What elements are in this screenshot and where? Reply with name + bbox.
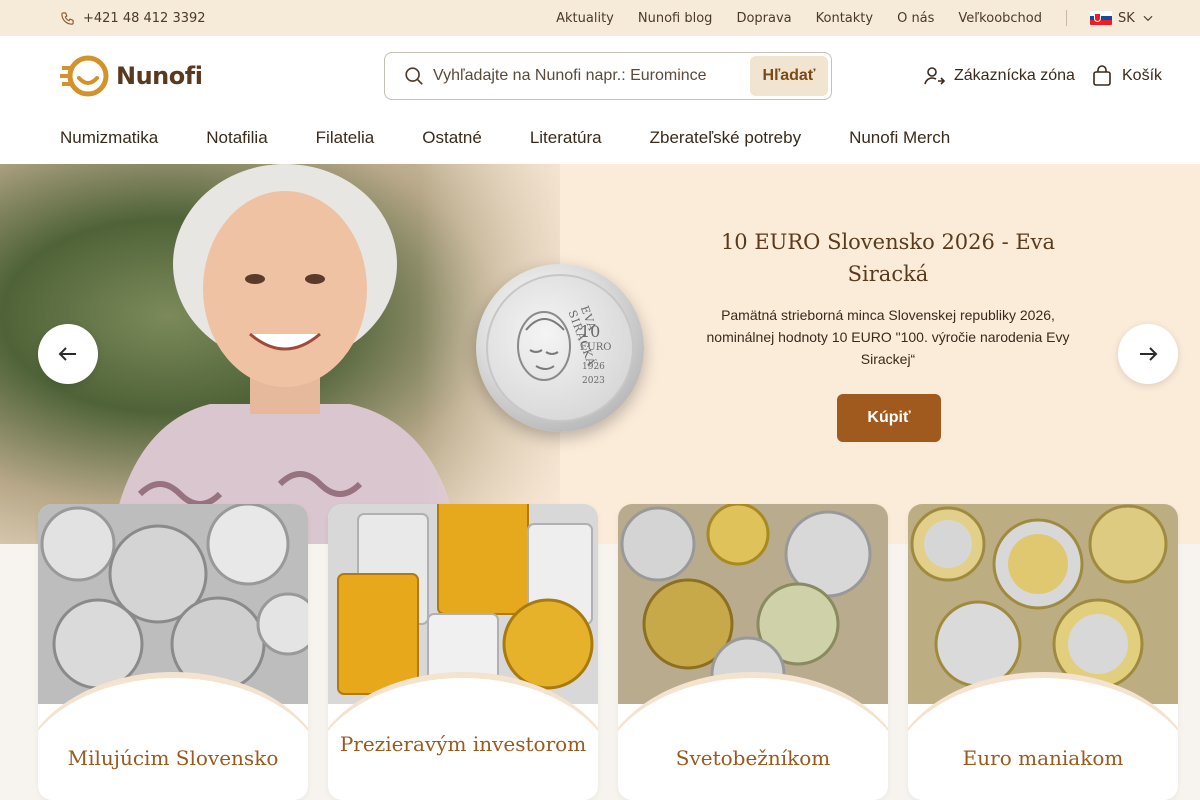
nav-item-zberatelske-potreby[interactable]: Zberateľské potreby [650,128,801,148]
top-link-kontakty[interactable]: Kontakty [816,11,873,26]
featured-coin-image: 10 EURO 1926 2023 EVA SIRACKÁ [476,264,644,432]
top-link-o-nas[interactable]: O nás [897,11,934,26]
nav-item-notafilia[interactable]: Notafilia [206,128,267,148]
hero-description: Pamätná strieborná minca Slovenskej repu… [706,307,1070,367]
card-title: Prezieravým investorom [339,732,587,756]
search-input[interactable] [433,67,743,85]
card-title: Milujúcim Slovensko [67,746,279,770]
buy-button[interactable]: Kúpiť [837,394,941,442]
site-header: Nunofi Hľadať Zákaznícka zóna Košík Numi… [0,36,1200,164]
hero-title: 10 EURO Slovensko 2026 - Eva Siracká [720,230,1056,286]
top-divider [1066,10,1067,26]
category-card-svetobeznik[interactable]: Svetobežníkom [618,504,888,800]
logo-text: Nunofi [116,62,203,90]
cart-label: Košík [1122,67,1163,84]
arrow-right-icon [1140,347,1158,361]
logo-icon [60,55,109,97]
top-link-doprava[interactable]: Doprava [736,11,791,26]
shopping-bag-icon [1093,65,1111,86]
hero-banner: 10 EURO 1926 2023 EVA SIRACKÁ 10 EURO Sl… [0,164,1200,544]
nav-item-literatura[interactable]: Literatúra [530,128,602,148]
phone-icon [61,11,74,25]
phone-contact[interactable]: +421 48 412 3392 [60,0,206,36]
top-links: Aktuality Nunofi blog Doprava Kontakty O… [556,0,1042,36]
slovak-flag-icon [1090,11,1112,25]
search-bar: Hľadať [384,52,832,100]
search-button[interactable]: Hľadať [750,56,828,96]
top-link-aktuality[interactable]: Aktuality [556,11,614,26]
customer-zone-link[interactable]: Zákaznícka zóna [922,64,1075,88]
top-link-blog[interactable]: Nunofi blog [638,11,713,26]
search-icon [405,67,423,85]
top-link-velkoobchod[interactable]: Veľkoobchod [958,11,1042,26]
card-title: Svetobežníkom [675,746,831,770]
nav-item-nunofi-merch[interactable]: Nunofi Merch [849,128,950,148]
customer-zone-label: Zákaznícka zóna [954,67,1075,84]
category-card-investori[interactable]: Prezieravým investorom [328,504,598,800]
coin-portrait-relief [517,311,571,381]
nav-item-numizmatika[interactable]: Numizmatika [60,128,158,148]
logo[interactable]: Nunofi [60,54,203,98]
category-card-euro-maniaci[interactable]: Euro maniakom [908,504,1178,800]
coin-year-issue: 2023 [582,376,605,386]
nav-item-filatelia[interactable]: Filatelia [316,128,375,148]
arrow-left-icon [58,347,76,361]
carousel-next-button[interactable] [1118,324,1178,384]
cart-link[interactable]: Košík [1090,64,1162,88]
user-icon [924,67,946,85]
language-code: SK [1118,10,1135,26]
chevron-down-icon [1143,15,1153,22]
language-selector[interactable]: SK [1090,0,1155,36]
phone-number: +421 48 412 3392 [83,10,206,26]
carousel-prev-button[interactable] [38,324,98,384]
top-bar: +421 48 412 3392 Aktuality Nunofi blog D… [0,0,1200,36]
main-nav: Numizmatika Notafilia Filatelia Ostatné … [60,128,950,148]
nav-item-ostatne[interactable]: Ostatné [422,128,482,148]
category-card-slovensko[interactable]: Milujúcim Slovensko [38,504,308,800]
card-title: Euro maniakom [962,746,1124,770]
